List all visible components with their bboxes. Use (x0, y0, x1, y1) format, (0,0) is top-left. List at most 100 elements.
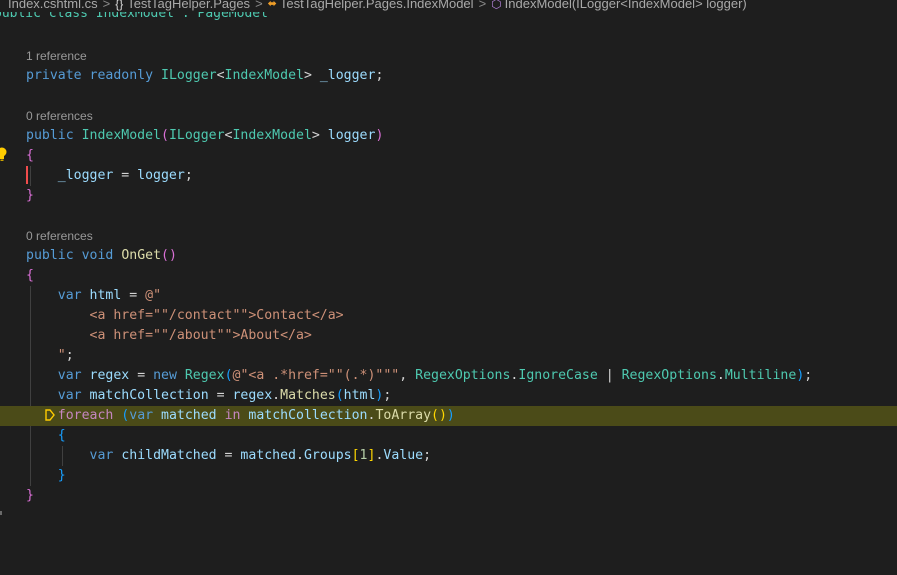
paren: ( (335, 388, 344, 403)
punctuation: ; (423, 448, 432, 463)
punctuation: . (272, 388, 281, 403)
function-name: ToArray (375, 408, 432, 423)
enum-member: Multiline (724, 368, 797, 383)
code-line[interactable]: public IndexModel(ILogger<IndexModel> lo… (0, 126, 897, 146)
function-name: OnGet (121, 248, 162, 263)
codelens-reference[interactable]: 1 reference (26, 48, 326, 64)
keyword: var (89, 448, 114, 463)
chevron-right-icon: > (478, 0, 487, 11)
string: <a href=""/contact"">Contact</a> (89, 308, 344, 323)
punctuation: > (311, 128, 320, 143)
keyword: foreach (57, 408, 114, 423)
breadcrumb: Index.cshtml.cs > {} TestTagHelper.Pages… (0, 0, 897, 12)
code-line[interactable]: var matchCollection = regex.Matches(html… (0, 386, 897, 406)
punctuation: | (597, 368, 622, 383)
error-marker (26, 166, 28, 184)
cursor-marker (0, 511, 2, 515)
breadcrumb-file[interactable]: Index.cshtml.cs (8, 0, 98, 11)
identifier: Groups (303, 448, 352, 463)
namespace-braces-icon: {} (115, 0, 124, 11)
identifier: _logger (319, 68, 376, 83)
brace: } (57, 468, 66, 483)
punctuation: = (216, 448, 241, 463)
punctuation: = (208, 388, 233, 403)
code-line[interactable]: { (0, 426, 897, 446)
keyword: new (153, 368, 177, 383)
identifier: logger (137, 168, 185, 183)
keyword: public (26, 128, 74, 143)
brace: { (26, 148, 34, 163)
number: 1 (359, 448, 368, 463)
type: ILogger (168, 128, 225, 143)
keyword: var (129, 408, 154, 423)
codelens-reference[interactable]: 0 references (26, 228, 326, 244)
paren: () (161, 248, 177, 263)
method-cube-icon: ⬡ (491, 0, 502, 11)
code-line[interactable]: var html = @" (0, 286, 897, 306)
code-line[interactable]: _logger = logger; (0, 166, 897, 186)
identifier: matched (240, 448, 296, 463)
code-line[interactable]: private readonly ILogger<IndexModel> _lo… (0, 66, 897, 86)
code-line[interactable]: "; (0, 346, 897, 366)
function-name: Matches (280, 388, 336, 403)
punctuation: = (113, 168, 138, 183)
string: " (57, 348, 66, 363)
paren: ) (375, 128, 384, 143)
code-line[interactable]: } (0, 466, 897, 486)
enum-member: IgnoreCase (518, 368, 598, 383)
identifier: childMatched (121, 448, 217, 463)
brace: { (57, 428, 66, 443)
keyword: var (57, 368, 82, 383)
punctuation: . (296, 448, 304, 463)
paren: ( (224, 368, 233, 383)
punctuation: ; (184, 168, 193, 183)
paren: ) (446, 408, 455, 423)
punctuation: = (129, 368, 154, 383)
type: Regex (184, 368, 225, 383)
keyword: var (57, 388, 82, 403)
type: IndexModel (232, 128, 312, 143)
code-line[interactable]: var regex = new Regex(@"<a .*href=""(.*)… (0, 366, 897, 386)
brace: } (26, 488, 34, 503)
identifier: regex (89, 368, 130, 383)
type: ILogger (161, 68, 217, 83)
keyword: public (26, 248, 74, 263)
code-line[interactable]: } (0, 186, 897, 206)
paren: () (431, 408, 447, 423)
bracket: [ (351, 448, 360, 463)
keyword: private (26, 68, 82, 83)
lightbulb-icon[interactable] (0, 146, 8, 162)
breakpoint-arrow-icon[interactable] (45, 409, 55, 421)
keyword: in (224, 408, 241, 423)
paren: ( (161, 128, 169, 143)
identifier: _logger (57, 168, 114, 183)
breadcrumb-class[interactable]: TestTagHelper.Pages.IndexModel (280, 0, 474, 11)
current-execution-line[interactable]: foreach (var matched in matchCollection.… (0, 406, 897, 426)
code-line[interactable]: } (0, 486, 897, 506)
brace: } (26, 188, 34, 203)
code-line[interactable]: public void OnGet() (0, 246, 897, 266)
punctuation: ; (383, 388, 392, 403)
breadcrumb-namespace[interactable]: TestTagHelper.Pages (127, 0, 250, 11)
code-line[interactable]: { (0, 266, 897, 286)
keyword: void (81, 248, 114, 263)
brace: { (26, 268, 34, 283)
punctuation: ; (65, 348, 74, 363)
code-line[interactable]: <a href=""/contact"">Contact</a> (0, 306, 897, 326)
breadcrumb-member[interactable]: IndexModel(ILogger<IndexModel> logger) (505, 0, 747, 11)
type: RegexOptions (621, 368, 717, 383)
code-line[interactable]: <a href=""/about"">About</a> (0, 326, 897, 346)
type: IndexModel (224, 68, 304, 83)
identifier: regex (232, 388, 273, 403)
code-line[interactable]: { (0, 146, 897, 166)
identifier: matched (161, 408, 217, 423)
codelens-reference[interactable]: 0 references (26, 108, 326, 124)
string: @"<a .*href=""(.*)""" (232, 368, 400, 383)
code-line[interactable]: var childMatched = matched.Groups[1].Val… (0, 446, 897, 466)
identifier: matchCollection (248, 408, 368, 423)
chevron-right-icon: > (102, 0, 111, 11)
type: RegexOptions (415, 368, 511, 383)
chevron-right-icon: > (255, 0, 263, 11)
keyword: var (57, 288, 82, 303)
keyword: readonly (89, 68, 154, 83)
